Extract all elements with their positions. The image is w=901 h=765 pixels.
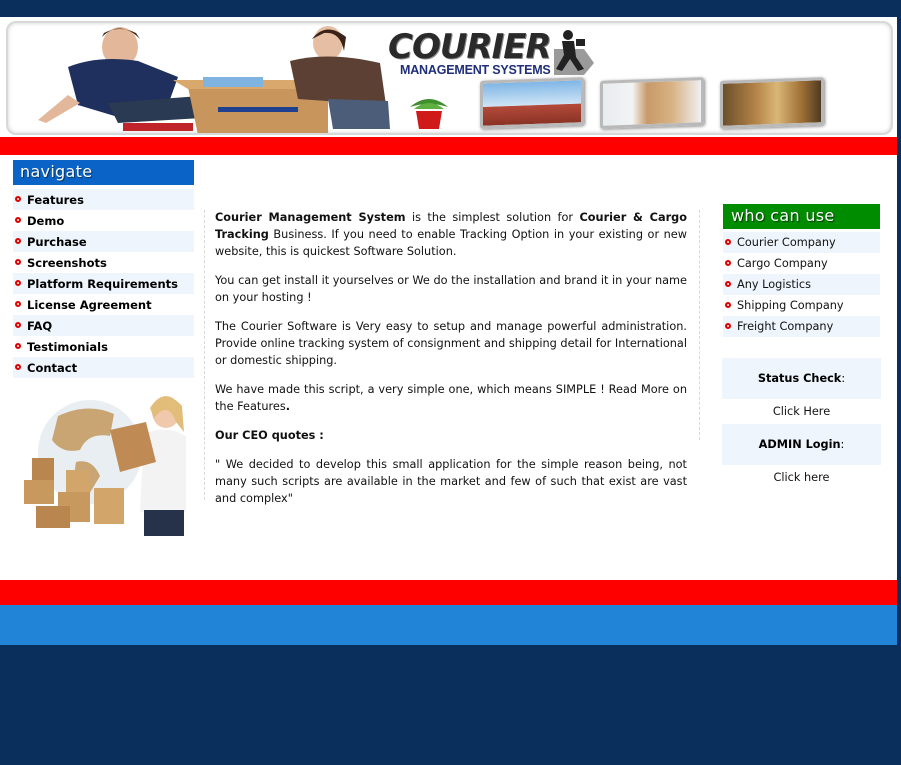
potted-plant-image [410,99,448,129]
sidebar-item-label[interactable]: Purchase [27,235,87,249]
logo-subtitle: MANAGEMENT SYSTEMS [400,63,551,77]
navigate-title: navigate [20,162,93,181]
header-red-band [0,137,897,155]
content-divider-right [699,210,700,440]
sidebar-item-label[interactable]: Contact [27,361,77,375]
footer-blue-band [0,605,897,645]
list-item: Courier Company [723,232,880,253]
software-paragraph: The Courier Software is Very easy to set… [215,320,687,367]
sidebar-item-label[interactable]: License Agreement [27,298,152,312]
admin-login-link[interactable]: Click here [722,471,881,484]
sidebar-item-label[interactable]: Features [27,193,84,207]
admin-login-label: ADMIN Login [758,438,841,451]
simple-paragraph: We have made this script, a very simple … [215,381,687,415]
footer-red-band [0,580,897,605]
list-item-label: Shipping Company [737,299,844,312]
top-bar [0,0,897,17]
intro-paragraph: Courier Management System is the simples… [215,209,687,260]
status-check-link[interactable]: Click Here [722,405,881,418]
status-check-suffix: : [841,372,846,385]
ceo-quote: " We decided to develop this small appli… [215,458,687,505]
list-item: Shipping Company [723,295,880,316]
sidebar-item-label[interactable]: Screenshots [27,256,107,270]
sidebar-item-license-agreement[interactable]: License Agreement [13,294,194,315]
sidebar-item-purchase[interactable]: Purchase [13,231,194,252]
list-item-label: Freight Company [737,320,834,333]
intro-bold-1: Courier Management System [215,211,406,224]
list-item: Freight Company [723,316,880,337]
who-can-use-title: who can use [731,206,835,225]
list-item: Cargo Company [723,253,880,274]
admin-login-suffix: : [840,438,845,451]
status-check-label: Status Check [757,372,842,385]
sidebar-item-label[interactable]: Platform Requirements [27,277,178,291]
sidebar-item-features[interactable]: Features [13,189,194,210]
navigate-heading: navigate [13,160,194,185]
sidebar-item-label[interactable]: FAQ [27,319,52,333]
intro-text-1: is the simplest solution for [405,211,580,224]
sidebar-item-faq[interactable]: FAQ [13,315,194,336]
sidebar-item-platform-requirements[interactable]: Platform Requirements [13,273,194,294]
list-item-label: Cargo Company [737,257,828,270]
status-check-heading: Status Check : [722,358,881,399]
sidebar-item-demo[interactable]: Demo [13,210,194,231]
install-paragraph: You can get install it yourselves or We … [215,274,687,304]
sidebar-item-testimonials[interactable]: Testimonials [13,336,194,357]
sidebar-item-label[interactable]: Testimonials [27,340,108,354]
right-edge [897,0,901,765]
list-item-label: Any Logistics [737,278,812,291]
courier-logo: COURIER MANAGEMENT SYSTEMS [386,27,596,85]
intro-text-2: Business. If you need to enable Tracking… [215,228,687,258]
ceo-heading-text: Our CEO quotes : [215,429,324,442]
header-banner: COURIER MANAGEMENT SYSTEMS [6,21,893,135]
list-item-label: Courier Company [737,236,836,249]
who-can-use-heading: who can use [723,204,880,229]
logo-title: COURIER [388,27,552,67]
content-divider-left [204,210,205,500]
mover-thumbnail [600,77,704,129]
who-can-use-list: Courier Company Cargo Company Any Logist… [723,232,880,337]
woman-with-boxes-globe-image [24,396,186,536]
airplane-thumbnail [480,77,584,129]
ceo-heading: Our CEO quotes : [215,427,687,444]
sidebar-item-screenshots[interactable]: Screenshots [13,252,194,273]
simple-period: . [285,400,291,413]
courier-runner-icon [554,30,594,75]
people-unpacking-box-image [38,26,390,133]
sidebar-item-contact[interactable]: Contact [13,357,194,378]
admin-login-heading: ADMIN Login : [722,424,881,465]
main-content: Courier Management System is the simples… [215,209,687,519]
list-item: Any Logistics [723,274,880,295]
sidebar-nav: Features Demo Purchase Screenshots Platf… [13,189,194,378]
sidebar-item-label[interactable]: Demo [27,214,64,228]
workers-thumbnail [720,77,824,129]
